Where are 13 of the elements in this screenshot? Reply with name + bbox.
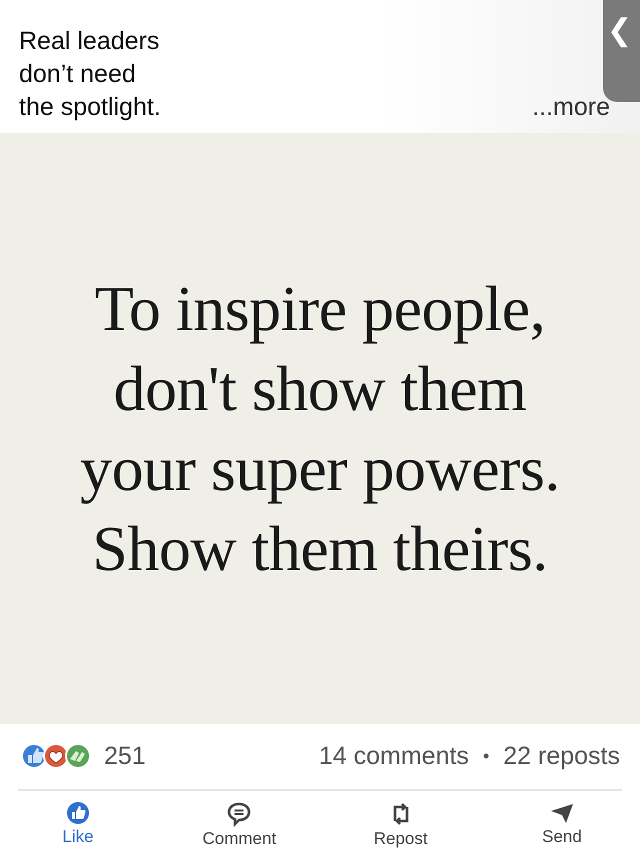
comment-button[interactable]: Comment	[179, 796, 300, 853]
send-button[interactable]: Send	[502, 796, 622, 853]
reaction-count: 251	[104, 742, 146, 771]
speech-bubble-icon	[226, 800, 252, 827]
reposts-count[interactable]: 22 reposts	[503, 742, 620, 771]
thumbs-up-icon	[66, 800, 90, 825]
post-caption: Real leaders don’t need the spotlight.	[19, 26, 161, 123]
collapse-tab[interactable]: ❮	[603, 0, 640, 102]
repost-button[interactable]: Repost	[340, 796, 461, 853]
like-button[interactable]: Like	[18, 796, 138, 853]
separator-dot: •	[482, 746, 490, 767]
comments-count[interactable]: 14 comments	[318, 742, 469, 771]
quote-text: To inspire people, don't show them your super powers. Show them theirs.	[80, 272, 560, 586]
